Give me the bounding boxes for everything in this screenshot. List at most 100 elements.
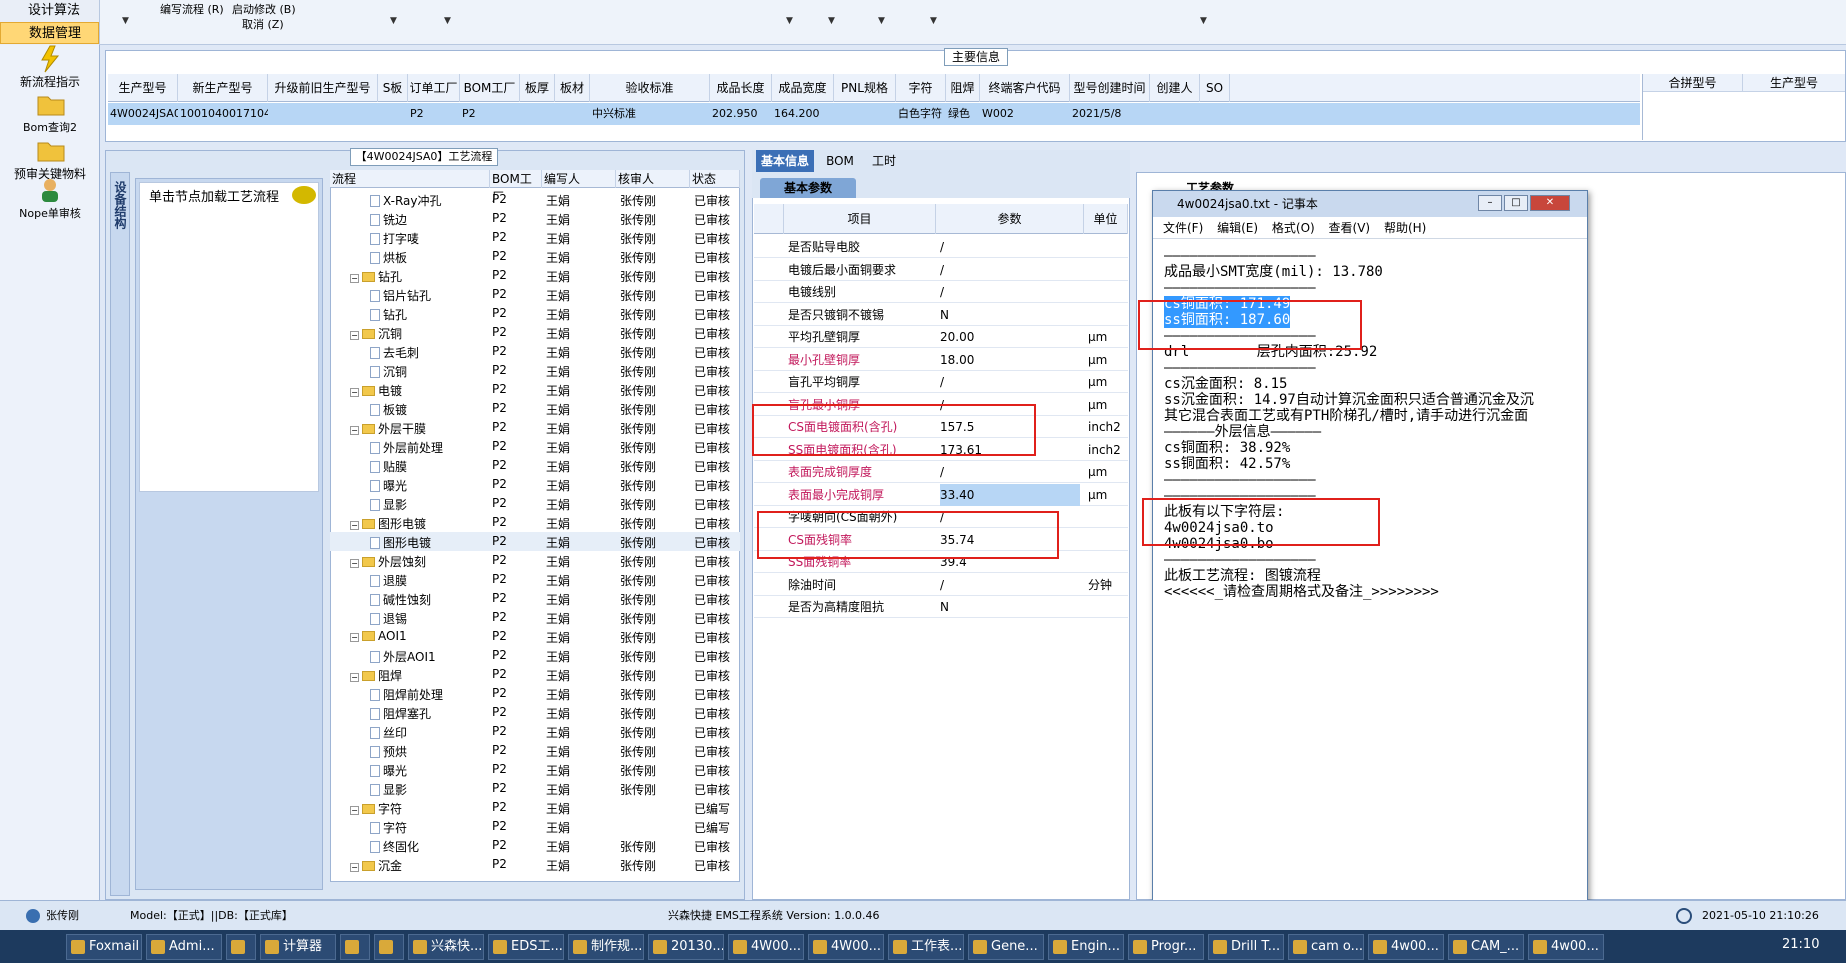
tree-row[interactable]: − 图形电镀 P2 王娟 张传刚 已审核 [330, 513, 740, 532]
main-col-header[interactable]: 板厚 [520, 74, 555, 102]
tree-node[interactable]: − 图形电镀 [350, 515, 426, 532]
param-value[interactable]: N [940, 304, 1080, 326]
param-row[interactable]: 最小孔壁铜厚 18.00 μm [754, 349, 1128, 371]
tree-row[interactable]: 退膜 P2 王娟 张传刚 已审核 [330, 570, 740, 589]
collapse-icon[interactable]: − [350, 863, 359, 872]
taskbar-button[interactable] [340, 934, 370, 960]
collapse-icon[interactable]: − [350, 673, 359, 682]
tree-node[interactable]: 外层AOI1 [370, 648, 436, 665]
tree-row[interactable]: 铣边 P2 王娟 张传刚 已审核 [330, 209, 740, 228]
tree-row[interactable]: − 外层干膜 P2 王娟 张传刚 已审核 [330, 418, 740, 437]
param-value[interactable]: N [940, 596, 1080, 618]
collapse-icon[interactable]: − [350, 806, 359, 815]
tab-basic-info[interactable]: 基本信息 [756, 150, 814, 172]
main-cell[interactable] [557, 103, 590, 125]
tree-node[interactable]: 终固化 [370, 838, 419, 855]
main-col-header[interactable]: 阻焊 [946, 74, 980, 102]
param-row[interactable]: 表面完成铜厚度 / μm [754, 461, 1128, 483]
tree-node[interactable]: − 沉铜 [350, 325, 402, 342]
main-col-header[interactable]: 创建人 [1150, 74, 1200, 102]
taskbar-button[interactable] [226, 934, 256, 960]
tab-work-hours[interactable]: 工时 [862, 150, 906, 172]
tree-node[interactable]: 贴膜 [370, 458, 407, 475]
main-cell[interactable] [522, 103, 555, 125]
tree-row[interactable]: 图形电镀 P2 王娟 张传刚 已审核 [330, 532, 740, 551]
col-reviewer[interactable]: 核审人 [616, 170, 690, 188]
collapse-icon[interactable]: − [350, 426, 359, 435]
tree-row[interactable]: 外层前处理 P2 王娟 张传刚 已审核 [330, 437, 740, 456]
taskbar-button[interactable]: CAM_... [1448, 934, 1524, 960]
tree-row[interactable]: 去毛刺 P2 王娟 张传刚 已审核 [330, 342, 740, 361]
main-col-header[interactable]: 字符 [896, 74, 946, 102]
taskbar-button[interactable]: 计算器 [260, 934, 336, 960]
taskbar-button[interactable]: 20130... [648, 934, 724, 960]
main-col-header[interactable]: BOM工厂 [460, 74, 520, 102]
menu-design-algorithm[interactable]: 设计算法 [0, 0, 99, 22]
main-col-header[interactable]: 升级前旧生产型号 [268, 74, 378, 102]
col-status[interactable]: 状态 [690, 170, 740, 188]
tree-row[interactable]: − 外层蚀刻 P2 王娟 张传刚 已审核 [330, 551, 740, 570]
taskbar-button[interactable]: Foxmail [66, 934, 142, 960]
tree-row[interactable]: 显影 P2 王娟 张传刚 已审核 [330, 779, 740, 798]
collapse-icon[interactable]: − [350, 521, 359, 530]
tree-node[interactable]: 沉铜 [370, 363, 407, 380]
tree-row[interactable]: 铝片钻孔 P2 王娟 张传刚 已审核 [330, 285, 740, 304]
taskbar-button[interactable]: Admi... [146, 934, 222, 960]
param-value[interactable]: / [940, 281, 1080, 303]
menu-file[interactable]: 文件(F) [1163, 221, 1203, 235]
taskbar-button[interactable]: 4W00... [808, 934, 884, 960]
tree-row[interactable]: 丝印 P2 王娟 张传刚 已审核 [330, 722, 740, 741]
param-row[interactable]: 电镀线别 / [754, 281, 1128, 303]
main-col-header[interactable]: 成品宽度 [772, 74, 834, 102]
tree-row[interactable]: − AOI1 P2 王娟 张传刚 已审核 [330, 627, 740, 646]
menu-help[interactable]: 帮助(H) [1384, 221, 1426, 235]
cancel-button[interactable]: 取消 (Z) [242, 16, 284, 32]
menu-format[interactable]: 格式(O) [1272, 221, 1315, 235]
chevron-down-icon[interactable]: ▼ [1200, 16, 1207, 26]
tree-node[interactable]: 烘板 [370, 249, 407, 266]
tree-row[interactable]: 打字唛 P2 王娟 张传刚 已审核 [330, 228, 740, 247]
tree-row[interactable]: 板镀 P2 王娟 张传刚 已审核 [330, 399, 740, 418]
chevron-down-icon[interactable]: ▼ [930, 16, 937, 26]
tree-row[interactable]: 字符 P2 王娟 已编写 [330, 817, 740, 836]
write-flow-button[interactable]: 编写流程 (R) [160, 1, 224, 17]
tree-row[interactable]: 曝光 P2 王娟 张传刚 已审核 [330, 760, 740, 779]
start-edit-button[interactable]: 启动修改 (B) [232, 1, 296, 17]
col-item[interactable]: 项目 [784, 204, 936, 234]
collapse-icon[interactable]: − [350, 331, 359, 340]
taskbar-button[interactable]: 4w00... [1368, 934, 1444, 960]
tree-row[interactable]: 烘板 P2 王娟 张传刚 已审核 [330, 247, 740, 266]
param-row[interactable]: 电镀后最小面铜要求 / [754, 259, 1128, 281]
tree-node[interactable]: − 沉金 [350, 857, 402, 874]
device-structure-tab[interactable]: 设备结构 [110, 172, 130, 896]
tree-row[interactable]: 外层AOI1 P2 王娟 张传刚 已审核 [330, 646, 740, 665]
tree-row[interactable]: − 阻焊 P2 王娟 张传刚 已审核 [330, 665, 740, 684]
tree-row[interactable]: 曝光 P2 王娟 张传刚 已审核 [330, 475, 740, 494]
tree-row[interactable]: 阻焊前处理 P2 王娟 张传刚 已审核 [330, 684, 740, 703]
tree-row[interactable]: 沉铜 P2 王娟 张传刚 已审核 [330, 361, 740, 380]
main-col-header[interactable]: 型号创建时间 [1070, 74, 1150, 102]
tree-row[interactable]: 贴膜 P2 王娟 张传刚 已审核 [330, 456, 740, 475]
maximize-icon[interactable]: □ [1504, 195, 1528, 211]
main-col-header[interactable]: 板材 [555, 74, 590, 102]
tree-row[interactable]: − 沉金 P2 王娟 张传刚 已审核 [330, 855, 740, 874]
param-value[interactable]: 20.00 [940, 326, 1080, 348]
main-col-header[interactable]: 订单工厂 [408, 74, 460, 102]
col-writer[interactable]: 编写人 [542, 170, 616, 188]
main-cell[interactable]: P2 [410, 103, 460, 125]
main-info-row[interactable]: 4W0024JSA010010400171048 P2P2 中兴标准202.9501… [108, 103, 1640, 125]
tree-node[interactable]: 字符 [370, 819, 407, 836]
param-row[interactable]: 除油时间 / 分钟 [754, 574, 1128, 596]
tree-node[interactable]: 阻焊塞孔 [370, 705, 431, 722]
main-cell[interactable]: W002 [982, 103, 1070, 125]
param-row[interactable]: 平均孔壁铜厚 20.00 μm [754, 326, 1128, 348]
main-col-header[interactable]: SO [1200, 74, 1230, 102]
taskbar-button[interactable]: 4w00... [1528, 934, 1604, 960]
main-cell[interactable] [1202, 103, 1230, 125]
tree-row[interactable]: − 钻孔 P2 王娟 张传刚 已审核 [330, 266, 740, 285]
main-cell[interactable] [836, 103, 896, 125]
tree-node[interactable]: 铝片钻孔 [370, 287, 431, 304]
main-col-header[interactable]: 验收标准 [590, 74, 710, 102]
tree-node[interactable]: 退锡 [370, 610, 407, 627]
chevron-down-icon[interactable]: ▼ [444, 16, 451, 26]
